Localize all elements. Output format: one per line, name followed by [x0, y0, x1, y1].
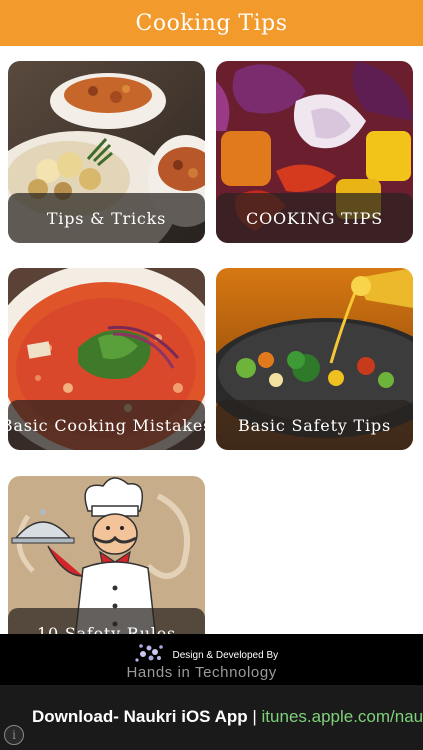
- tile-basic-safety-tips[interactable]: Basic Safety Tips: [216, 268, 413, 450]
- credit-line-designed: Design & Developed By: [172, 649, 279, 661]
- tile-10-safety-rules[interactable]: 10 Safety Rules: [8, 476, 205, 634]
- page-title: Cooking Tips: [135, 10, 288, 36]
- ad-title: Download- Naukri iOS App: [32, 707, 248, 726]
- credit-line-company: Hands in Technology: [126, 663, 277, 681]
- info-icon[interactable]: i: [4, 725, 24, 745]
- tile-label: Basic Cooking Mistakes: [8, 415, 205, 435]
- tile-label: COOKING TIPS: [246, 208, 383, 228]
- app-header: Cooking Tips: [0, 0, 423, 46]
- tile-label: Basic Safety Tips: [238, 415, 391, 435]
- tile-caption: Basic Safety Tips: [216, 400, 413, 450]
- ad-url: itunes.apple.com/naukri: [261, 707, 423, 726]
- tile-basic-cooking-mistakes[interactable]: Basic Cooking Mistakes: [8, 268, 205, 450]
- tile-cooking-tips[interactable]: COOKING TIPS: [216, 61, 413, 243]
- tile-caption: Basic Cooking Mistakes: [8, 400, 205, 450]
- ad-banner[interactable]: Download- Naukri iOS App | itunes.apple.…: [0, 685, 423, 750]
- ad-text: Download- Naukri iOS App | itunes.apple.…: [32, 707, 423, 727]
- tile-label: Tips & Tricks: [46, 208, 167, 228]
- tile-tips-and-tricks[interactable]: Tips & Tricks: [8, 61, 205, 243]
- developer-credit-bar: Design & Developed By Hands in Technolog…: [0, 634, 423, 685]
- ad-separator: |: [247, 707, 262, 726]
- tile-caption: Tips & Tricks: [8, 193, 205, 243]
- tile-label: 10 Safety Rules: [36, 623, 177, 635]
- tips-grid: Tips & Tricks COOKING TIPS Basic Cooking…: [0, 46, 423, 634]
- developer-credit: Design & Developed By Hands in Technolog…: [126, 640, 297, 681]
- tile-caption: COOKING TIPS: [216, 193, 413, 243]
- tile-caption: 10 Safety Rules: [8, 608, 205, 634]
- hands-logo-icon: [134, 643, 163, 662]
